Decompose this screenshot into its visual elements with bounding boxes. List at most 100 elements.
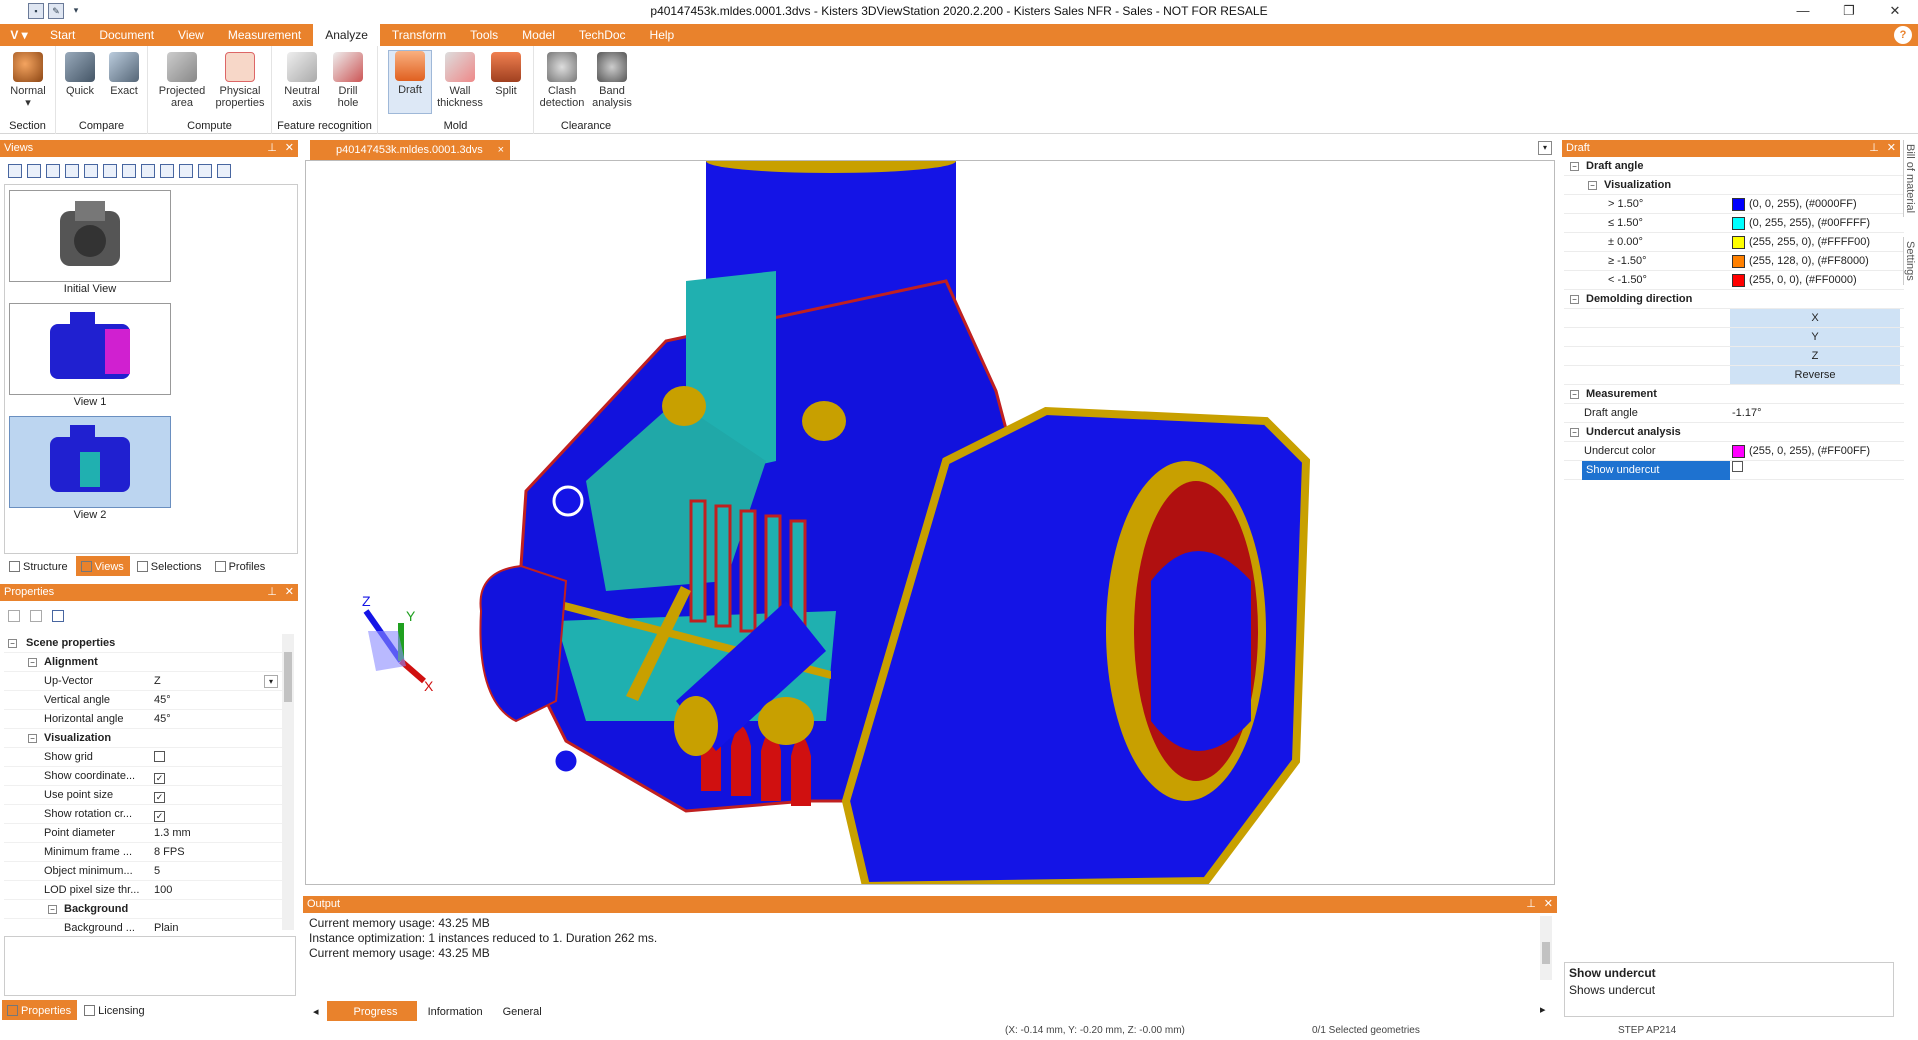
neutral-axis-button[interactable]: Neutral axis — [280, 52, 324, 109]
property-show-grid[interactable]: Show grid — [4, 748, 294, 767]
close-panel-icon[interactable]: ✕ — [1887, 140, 1896, 157]
tab-profiles[interactable]: Profiles — [210, 556, 272, 576]
tab-general[interactable]: General — [494, 1001, 551, 1021]
3d-viewport[interactable]: Z Y X — [305, 160, 1555, 885]
demolding-reverse-button[interactable]: Reverse — [1730, 366, 1900, 384]
property-show-rotation[interactable]: Show rotation cr... ✓ — [4, 805, 294, 824]
tab-bill-of-material[interactable]: Bill of material — [1903, 140, 1916, 218]
customize-quick-access-icon[interactable]: ▾ — [68, 3, 84, 19]
tab-structure[interactable]: Structure — [4, 556, 74, 576]
pin-icon[interactable]: ⊥ — [1869, 140, 1879, 157]
tab-measurement[interactable]: Measurement — [216, 24, 313, 46]
view-home-icon[interactable] — [8, 164, 22, 178]
view-thumbnail-2[interactable] — [9, 416, 171, 508]
band-analysis-button[interactable]: Band analysis — [588, 52, 636, 109]
undercut-color-row[interactable]: Undercut color (255, 0, 255), (#FF00FF) — [1564, 442, 1904, 461]
dropdown-arrow-icon[interactable]: ▾ — [264, 675, 278, 688]
show-rotation-checkbox[interactable]: ✓ — [154, 811, 165, 822]
close-document-icon[interactable]: × — [498, 140, 504, 160]
property-vertical-angle[interactable]: Vertical angle 45° — [4, 691, 294, 710]
draft-level-row[interactable]: ± 0.00° (255, 255, 0), (#FFFF00) — [1564, 233, 1904, 252]
clash-detection-button[interactable]: Clash detection — [536, 52, 588, 109]
physical-properties-button[interactable]: Physical properties — [212, 52, 268, 109]
tab-selections[interactable]: Selections — [132, 556, 208, 576]
draft-level-row[interactable]: ≤ 1.50° (0, 255, 255), (#00FFFF) — [1564, 214, 1904, 233]
filter-icon[interactable] — [52, 610, 64, 622]
app-menu-button[interactable]: V ▾ — [0, 24, 38, 46]
view-prev-icon[interactable] — [84, 164, 98, 178]
sort-category-icon[interactable] — [8, 610, 20, 622]
scroll-right-icon[interactable]: ▸ — [1540, 1003, 1546, 1016]
property-horizontal-angle[interactable]: Horizontal angle 45° — [4, 710, 294, 729]
show-coordinate-checkbox[interactable]: ✓ — [154, 773, 165, 784]
measurement-draft-angle-row[interactable]: Draft angle -1.17° — [1564, 404, 1904, 423]
use-point-size-checkbox[interactable]: ✓ — [154, 792, 165, 803]
category-background[interactable]: − Background — [4, 900, 294, 919]
minimize-button[interactable]: — — [1780, 0, 1826, 22]
tab-tools[interactable]: Tools — [458, 24, 510, 46]
property-up-vector[interactable]: Up-Vector Z ▾ — [4, 672, 294, 691]
view-delete-icon[interactable] — [65, 164, 79, 178]
view-settings-icon[interactable] — [217, 164, 231, 178]
help-icon[interactable]: ? — [1894, 26, 1912, 44]
document-list-dropdown[interactable]: ▾ — [1538, 141, 1552, 155]
property-object-minimum[interactable]: Object minimum... 5 — [4, 862, 294, 881]
tab-views[interactable]: Views — [75, 556, 130, 576]
restore-button[interactable]: ❐ — [1826, 0, 1872, 22]
compare-quick-button[interactable]: Quick — [58, 52, 102, 97]
pin-icon[interactable]: ⊥ — [1526, 896, 1536, 913]
projected-area-button[interactable]: Projected area — [156, 52, 208, 109]
tab-help[interactable]: Help — [638, 24, 687, 46]
property-point-diameter[interactable]: Point diameter 1.3 mm — [4, 824, 294, 843]
tab-progress[interactable]: Progress — [326, 1001, 417, 1021]
properties-scrollbar[interactable] — [282, 634, 294, 930]
tab-techdoc[interactable]: TechDoc — [567, 24, 638, 46]
view-options-icon[interactable] — [141, 164, 155, 178]
tab-information[interactable]: Information — [419, 1001, 492, 1021]
property-minimum-frame[interactable]: Minimum frame ... 8 FPS — [4, 843, 294, 862]
demolding-z-button[interactable]: Z — [1730, 347, 1900, 365]
pin-icon[interactable]: ⊥ — [267, 584, 277, 601]
view-thumbnail-1[interactable] — [9, 303, 171, 395]
category-undercut-analysis[interactable]: − Undercut analysis — [1564, 423, 1904, 442]
document-tab[interactable]: p40147453k.mldes.0001.3dvs × — [310, 140, 510, 160]
show-grid-checkbox[interactable] — [154, 751, 165, 762]
tab-start[interactable]: Start — [38, 24, 87, 46]
sort-alpha-icon[interactable] — [30, 610, 42, 622]
draft-level-row[interactable]: < -1.50° (255, 0, 0), (#FF0000) — [1564, 271, 1904, 290]
view-grid-icon[interactable] — [198, 164, 212, 178]
show-undercut-row[interactable]: Show undercut — [1564, 461, 1904, 480]
split-button[interactable]: Split — [484, 52, 528, 97]
scroll-left-icon[interactable]: ◂ — [308, 1001, 325, 1021]
demolding-x-button[interactable]: X — [1730, 309, 1900, 327]
category-visualization[interactable]: − Visualization — [4, 729, 294, 748]
property-use-point-size[interactable]: Use point size ✓ — [4, 786, 294, 805]
tab-document[interactable]: Document — [87, 24, 166, 46]
category-alignment[interactable]: − Alignment — [4, 653, 294, 672]
view-export-icon[interactable] — [179, 164, 193, 178]
category-measurement[interactable]: − Measurement — [1564, 385, 1904, 404]
tab-model[interactable]: Model — [510, 24, 567, 46]
close-panel-icon[interactable]: ✕ — [285, 584, 294, 601]
view-refresh-icon[interactable] — [160, 164, 174, 178]
view-update-icon[interactable] — [46, 164, 60, 178]
close-panel-icon[interactable]: ✕ — [285, 140, 294, 157]
category-draft-angle[interactable]: − Draft angle — [1564, 157, 1904, 176]
category-draft-visualization[interactable]: − Visualization — [1564, 176, 1904, 195]
compare-exact-button[interactable]: Exact — [102, 52, 146, 97]
category-scene-properties[interactable]: − Scene properties — [4, 634, 294, 653]
tab-transform[interactable]: Transform — [380, 24, 458, 46]
category-demolding-direction[interactable]: − Demolding direction — [1564, 290, 1904, 309]
view-thumbnail-initial[interactable] — [9, 190, 171, 282]
draft-level-row[interactable]: ≥ -1.50° (255, 128, 0), (#FF8000) — [1564, 252, 1904, 271]
tab-settings-side[interactable]: Settings — [1903, 237, 1916, 285]
tab-analyze[interactable]: Analyze — [313, 24, 380, 46]
tab-view[interactable]: View — [166, 24, 216, 46]
output-scrollbar[interactable] — [1540, 916, 1552, 980]
tab-licensing[interactable]: Licensing — [79, 1000, 150, 1020]
property-background[interactable]: Background ... Plain — [4, 919, 294, 934]
view-add-icon[interactable] — [27, 164, 41, 178]
draft-button[interactable]: Draft — [388, 50, 432, 114]
wall-thickness-button[interactable]: Wall thickness — [434, 52, 486, 109]
show-undercut-checkbox[interactable] — [1732, 461, 1743, 472]
